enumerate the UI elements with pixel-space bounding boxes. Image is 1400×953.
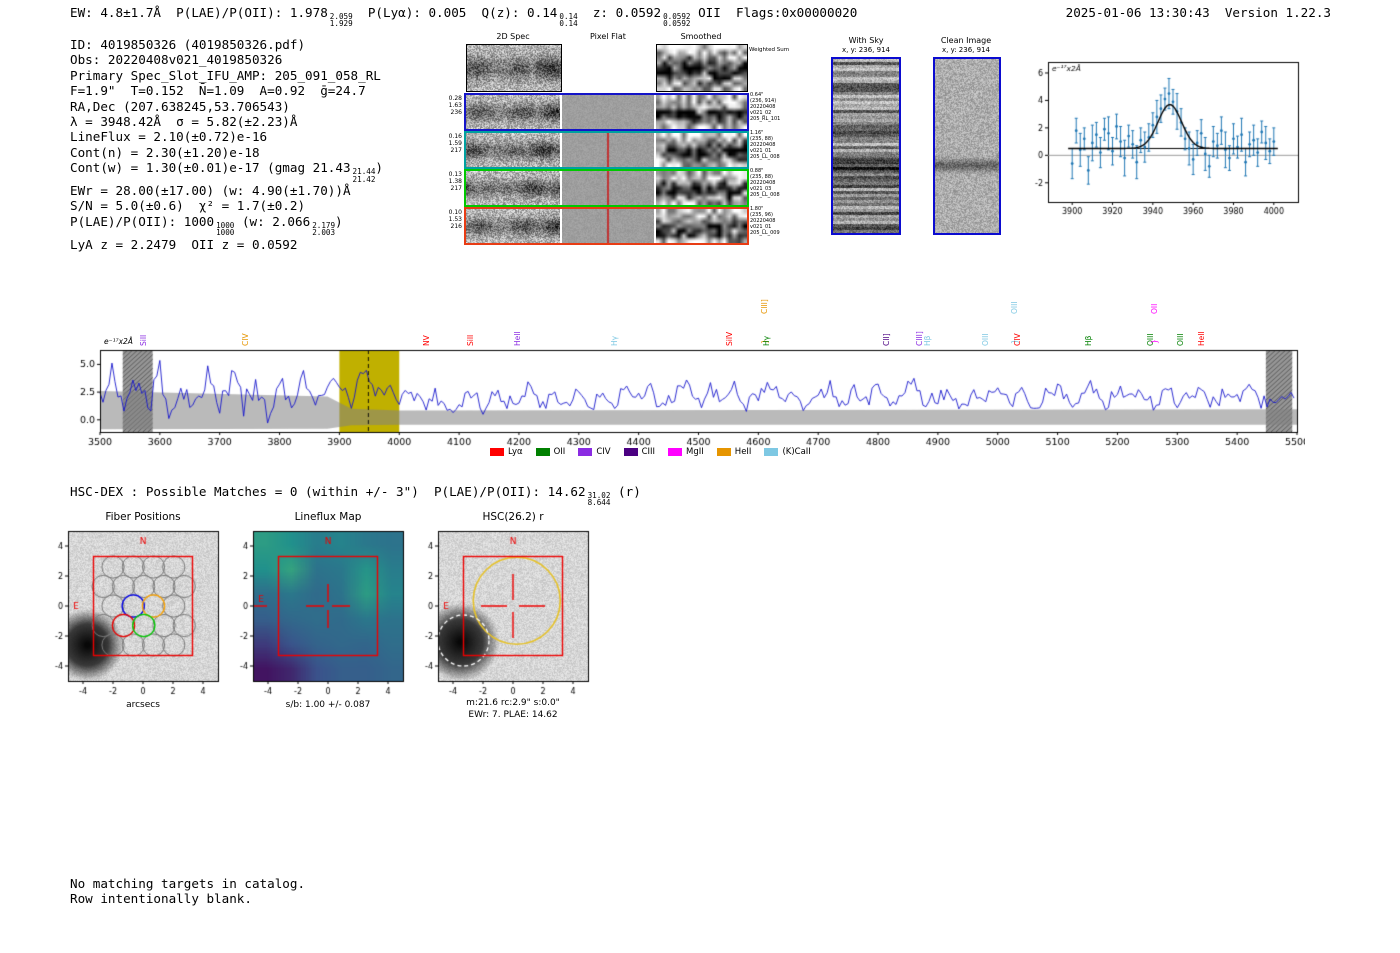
cutout-smoothed-weighted (656, 44, 748, 92)
elixer-report-page: EW: 4.8±1.7Å P(LAE)/P(OII): 1.978 2.059 1.… (0, 0, 1400, 953)
fiber-info-labels: 0.64" (236, 914) 20220408 v021_02 205_RL_101 (750, 92, 796, 122)
fiber-weight-labels-line: 217 (450, 185, 462, 192)
cutout-fiber-row (464, 169, 749, 207)
cutout-fiber-row (464, 93, 749, 131)
cutout-smoothed-fiber (656, 209, 747, 243)
fiber-weight-labels-line: 1.59 (448, 140, 462, 147)
cutout-2dspec-fiber (466, 95, 560, 129)
cutout-fiber-row (464, 207, 749, 245)
weighted-sum-label-line: Weighted Sum (749, 47, 790, 53)
cutout-pixelflat-fiber (562, 209, 654, 243)
cutout-2dspec-weighted (466, 44, 562, 92)
fiber-weight-labels-line: 0.16 (448, 133, 462, 140)
cutout-pixelflat-fiber (562, 171, 654, 205)
fiber-weight-labels-line: 0.10 (448, 209, 462, 216)
fiber-weight-labels-line: 217 (450, 147, 462, 154)
cutout-2dspec-fiber (466, 209, 560, 243)
fiber-info-labels: 1.16" (235, 88) 20220408 v021_01 205_LL_008 (750, 130, 796, 160)
fiber-weight-labels-line: 1.63 (448, 102, 462, 109)
fiber-weight-labels-line: 1.53 (448, 216, 462, 223)
cutout-smoothed-fiber (656, 133, 747, 167)
cutout-smoothed-fiber (656, 95, 747, 129)
weighted-sum-label: Weighted Sum (749, 47, 791, 54)
fiber-weight-labels-line: 0.13 (448, 171, 462, 178)
fiber-weight-labels-line: 1.38 (448, 178, 462, 185)
fiber-info-labels: 0.88" (235, 88) 20220408 v021_03 205_LL_008 (750, 168, 796, 198)
cutout-pixelflat-fiber (562, 95, 654, 129)
dynamic-layer: Weighted Sum 0.28 1.63 236 0.64" (236, 914) 20… (0, 0, 1400, 953)
fiber-info-labels: 1.80" (235, 96) 20220408 v021_01 205_LL_009 (750, 206, 796, 236)
cutout-smoothed-fiber (656, 171, 747, 205)
fiber-info-labels-line: 205_RL_101 (750, 116, 781, 122)
fiber-weight-labels: 0.13 1.38 217 (436, 171, 462, 192)
fiber-weight-labels: 0.10 1.53 216 (436, 209, 462, 230)
fiber-info-labels-line: 205_LL_008 (750, 192, 780, 198)
fiber-info-labels-line: 205_LL_008 (750, 154, 780, 160)
fiber-weight-labels-line: 236 (450, 109, 462, 116)
fiber-weight-labels: 0.16 1.59 217 (436, 133, 462, 154)
cutout-2dspec-fiber (466, 133, 560, 167)
fiber-weight-labels-line: 216 (450, 223, 462, 230)
cutout-fiber-row (464, 131, 749, 169)
fiber-weight-labels-line: 0.28 (448, 95, 462, 102)
fiber-weight-labels: 0.28 1.63 236 (436, 95, 462, 116)
cutout-pixelflat-fiber (562, 133, 654, 167)
cutout-2dspec-fiber (466, 171, 560, 205)
fiber-info-labels-line: 205_LL_009 (750, 230, 780, 236)
